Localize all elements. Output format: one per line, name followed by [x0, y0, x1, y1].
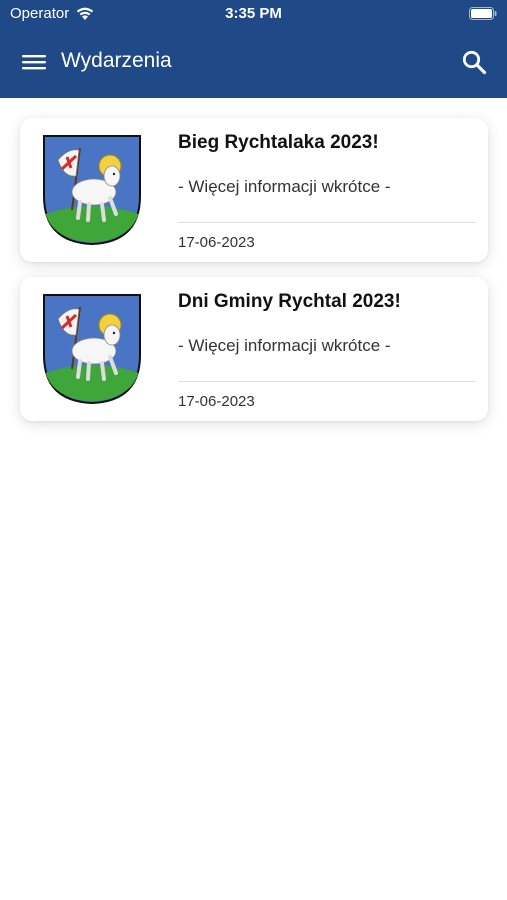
status-time: 3:35 PM [225, 5, 282, 22]
status-bar: Operator 3:35 PM [0, 0, 507, 28]
coat-of-arms-lamb-image [43, 135, 141, 246]
event-card[interactable]: Dni Gminy Rychtal 2023! - Więcej informa… [20, 277, 488, 421]
event-card[interactable]: Bieg Rychtalaka 2023! - Więcej informacj… [20, 118, 488, 262]
event-description: - Więcej informacji wkrótce - [178, 336, 391, 355]
app-header: Operator 3:35 PM Wydarzenia [0, 0, 507, 98]
event-date: 17-06-2023 [178, 393, 255, 410]
hamburger-menu-icon[interactable] [22, 52, 46, 72]
battery-icon [469, 7, 497, 20]
search-icon[interactable] [461, 49, 487, 75]
events-list: Bieg Rychtalaka 2023! - Więcej informacj… [20, 118, 488, 436]
event-title: Bieg Rychtalaka 2023! [178, 132, 379, 153]
page-title: Wydarzenia [61, 49, 172, 72]
event-description: - Więcej informacji wkrótce - [178, 177, 391, 196]
event-date: 17-06-2023 [178, 234, 255, 251]
app-bar: Wydarzenia [0, 40, 507, 84]
card-divider [178, 222, 476, 223]
card-divider [178, 381, 476, 382]
event-title: Dni Gminy Rychtal 2023! [178, 291, 401, 312]
coat-of-arms-lamb-image [43, 294, 141, 405]
